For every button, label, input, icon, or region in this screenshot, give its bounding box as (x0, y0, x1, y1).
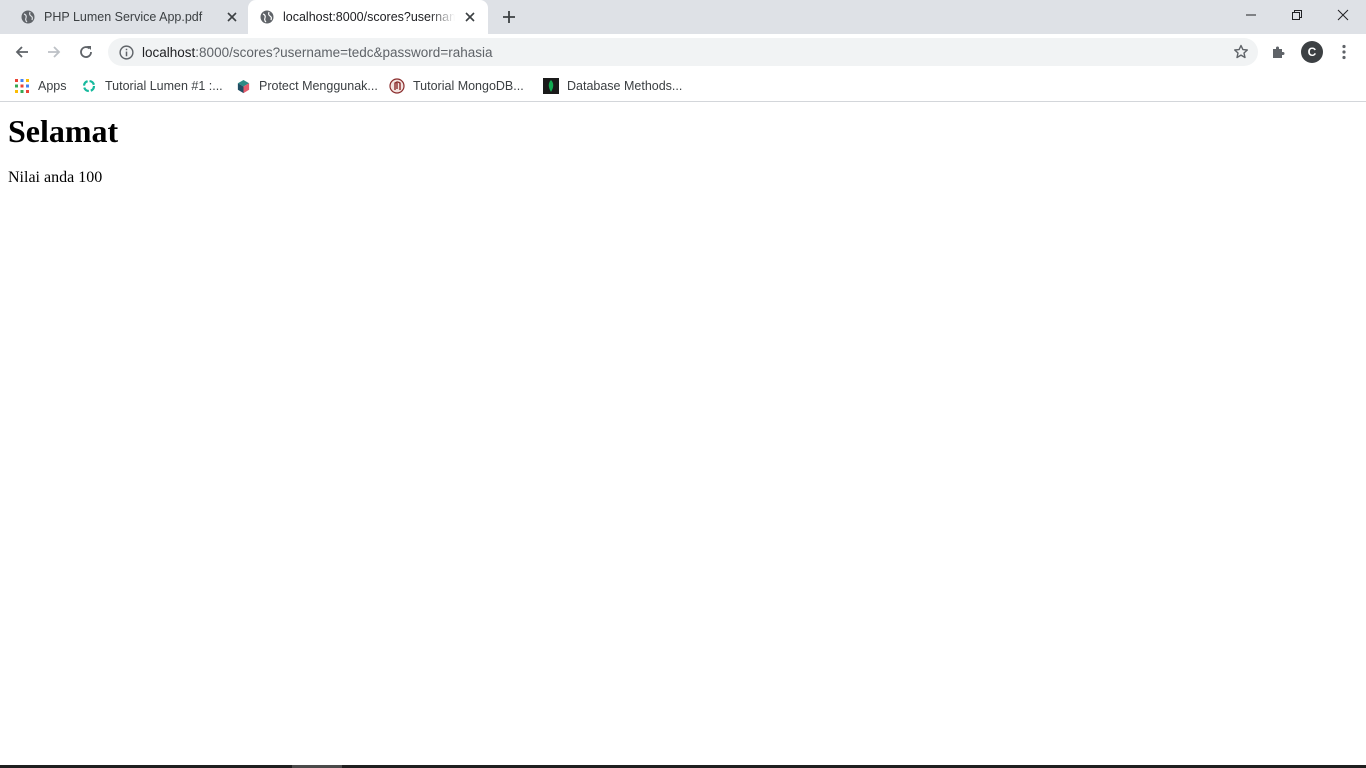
tab-title: PHP Lumen Service App.pdf (44, 10, 203, 24)
bookmark-label: Database Methods... (567, 79, 683, 93)
url-path: :8000/scores?username=tedc&password=raha… (195, 45, 493, 60)
close-icon[interactable] (224, 9, 240, 25)
minimize-icon (1246, 14, 1256, 16)
more-menu-icon[interactable] (1334, 42, 1354, 62)
plus-icon (503, 11, 515, 23)
profile-avatar[interactable]: C (1301, 41, 1323, 63)
bookmark-tutorial-lumen[interactable]: Tutorial Lumen #1 :... (81, 76, 223, 96)
apps-grid-icon (14, 78, 30, 94)
lumen-icon (81, 78, 97, 94)
bookmark-database-methods[interactable]: Database Methods... (543, 76, 682, 96)
new-tab-button[interactable] (499, 7, 519, 27)
score-message: Nilai anda 100 (8, 169, 103, 186)
page-content: Selamat Nilai anda 100 (0, 103, 1366, 765)
bookmark-label: Tutorial MongoDB... (413, 79, 524, 93)
close-icon[interactable] (462, 9, 478, 25)
restore-button[interactable] (1274, 0, 1320, 30)
bookmark-label: Protect Menggunak... (259, 79, 378, 93)
tab-title: localhost:8000/scores?username=tedc&pass… (283, 10, 455, 24)
info-icon[interactable] (118, 44, 134, 60)
toolbar: localhost:8000/scores?username=tedc&pass… (0, 34, 1366, 70)
extensions-icon[interactable] (1268, 42, 1288, 62)
arrow-left-icon (15, 46, 28, 58)
reload-icon (80, 46, 92, 58)
restore-icon (1292, 10, 1302, 20)
bookmark-label: Tutorial Lumen #1 :... (105, 79, 223, 93)
forward-button[interactable] (40, 38, 68, 66)
bookmark-star-icon[interactable] (1232, 43, 1250, 61)
tab-strip: PHP Lumen Service App.pdf localhost:8000… (0, 0, 1366, 34)
window-close-button[interactable] (1320, 0, 1366, 30)
bookmark-protect[interactable]: Protect Menggunak... (235, 76, 378, 96)
bookmark-mongodb[interactable]: Tutorial MongoDB... (389, 76, 524, 96)
url-host: localhost (142, 45, 196, 60)
mongodb-site-icon (389, 78, 405, 94)
address-bar[interactable]: localhost:8000/scores?username=tedc&pass… (108, 38, 1258, 66)
arrow-right-icon (48, 46, 61, 58)
tab-pdf[interactable]: PHP Lumen Service App.pdf (0, 0, 246, 34)
tab-localhost[interactable]: localhost:8000/scores?username=tedc&pass… (248, 0, 488, 34)
minimize-button[interactable] (1228, 0, 1274, 30)
bookmark-apps[interactable]: Apps (14, 76, 67, 96)
bookmarks-bar: Apps Tutorial Lumen #1 :... Protect Meng… (0, 70, 1366, 102)
cube-icon (235, 78, 251, 94)
url-text[interactable]: localhost:8000/scores?username=tedc&pass… (142, 45, 492, 60)
globe-icon (21, 10, 35, 24)
reload-button[interactable] (72, 38, 100, 66)
close-icon (1337, 9, 1349, 21)
bookmark-label: Apps (38, 79, 67, 93)
page-heading: Selamat (8, 113, 119, 149)
back-button[interactable] (8, 38, 36, 66)
globe-icon (260, 10, 274, 24)
leaf-icon (543, 78, 559, 94)
